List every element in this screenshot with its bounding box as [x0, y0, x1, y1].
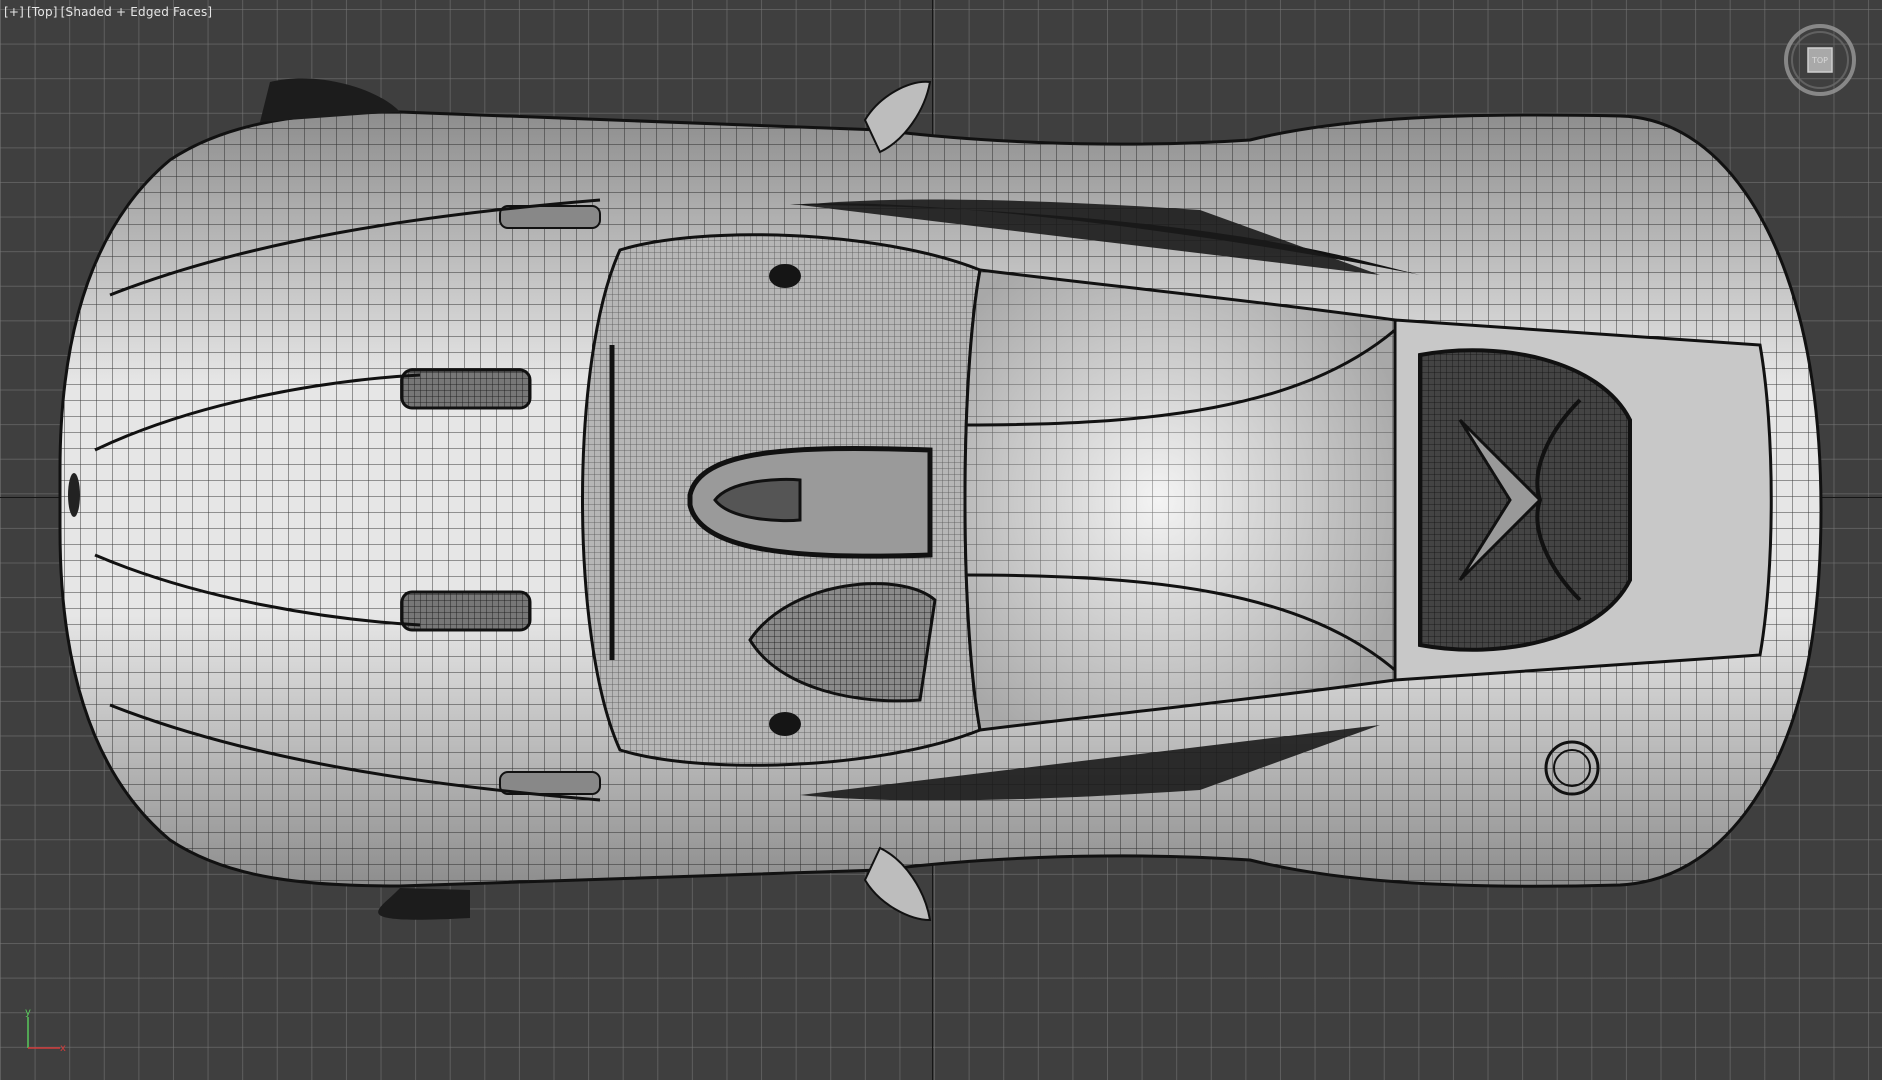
- front-badge: [68, 473, 80, 517]
- viewcube-face-label[interactable]: TOP: [1811, 56, 1828, 65]
- xyz-axis-icon: y x: [20, 1005, 70, 1055]
- viewport-label: [+] [Top] [Shaded + Edged Faces]: [4, 5, 212, 19]
- front-right-fender: [378, 888, 470, 920]
- viewport-shading-menu[interactable]: [Shaded + Edged Faces]: [61, 5, 213, 19]
- viewcube-icon[interactable]: TOP: [1782, 22, 1858, 98]
- cockpit: [581, 233, 982, 767]
- viewport-general-menu[interactable]: [+]: [4, 5, 24, 19]
- svg-text:y: y: [25, 1007, 31, 1018]
- svg-text:x: x: [60, 1043, 66, 1054]
- car-mesh-model[interactable]: [0, 0, 1882, 1080]
- viewport-view-menu[interactable]: [Top]: [27, 5, 58, 19]
- roof: [963, 268, 1397, 732]
- top-viewport[interactable]: [+] [Top] [Shaded + Edged Faces] TOP y x: [0, 0, 1882, 1080]
